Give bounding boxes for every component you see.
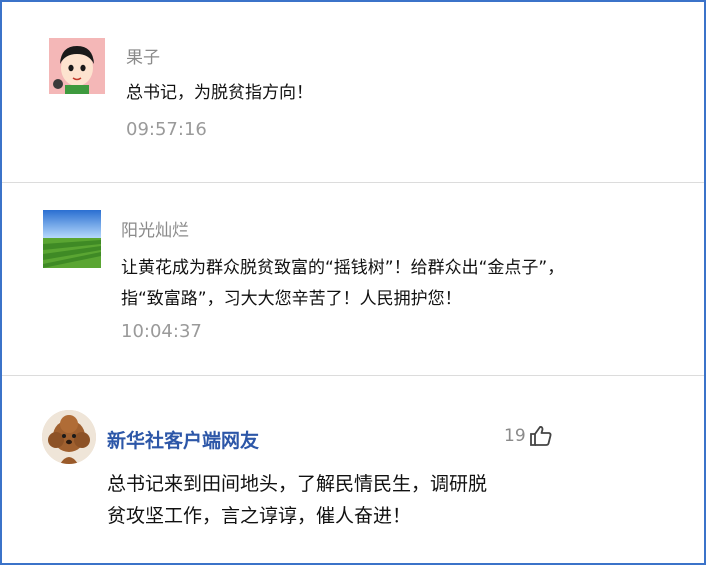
thumbs-up-icon [529,426,552,446]
comment-timestamp: 09:57:16 [126,119,207,140]
comment-item: 果子 总书记，为脱贫指方向！ 09:57:16 [2,2,704,182]
avatar[interactable] [43,210,101,268]
comment-text-line: 总书记，为脱贫指方向！ [126,83,313,103]
comment-text: 让黄花成为群众脱贫致富的“摇钱树”！给群众出“金点子”， 指“致富路”，习大大您… [121,253,564,315]
comment-username[interactable]: 新华社客户端网友 [107,426,259,453]
like-button[interactable]: 19 [504,425,553,447]
avatar[interactable] [49,38,105,94]
comment-text-line: 总书记来到田间地头，了解民情民生，调研脱 [107,473,488,495]
comment-timestamp: 10:04:37 [121,321,202,342]
comment-panel: 果子 总书记，为脱贫指方向！ 09:57:16 阳光灿烂 让黄花成为群众脱贫致富… [0,0,706,565]
green-field-avatar-icon [43,210,101,268]
comment-text-line: 指“致富路”，习大大您辛苦了！人民拥护您！ [121,289,462,309]
poodle-dog-avatar-icon [42,410,96,464]
comment-item: 新华社客户端网友 19 总书记来到田间地头，了解民情民生，调研脱 贫攻坚工作，言… [2,376,704,566]
comment-username[interactable]: 果子 [126,43,160,68]
comment-text-line: 贫攻坚工作，言之谆谆，催人奋进！ [107,505,412,527]
comment-text: 总书记，为脱贫指方向！ [126,78,313,109]
comment-item: 阳光灿烂 让黄花成为群众脱贫致富的“摇钱树”！给群众出“金点子”， 指“致富路”… [2,183,704,375]
avatar[interactable] [42,410,96,464]
comment-text-line: 让黄花成为群众脱贫致富的“摇钱树”！给群众出“金点子”， [121,258,565,278]
cartoon-boy-avatar-icon [49,38,105,94]
comment-text: 总书记来到田间地头，了解民情民生，调研脱 贫攻坚工作，言之谆谆，催人奋进！ [107,468,487,532]
like-count: 19 [504,426,526,446]
comment-username[interactable]: 阳光灿烂 [121,216,189,241]
